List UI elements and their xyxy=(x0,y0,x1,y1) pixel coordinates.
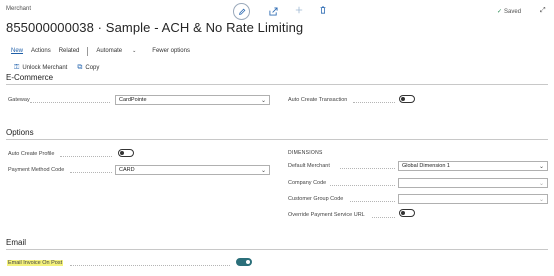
auto-create-profile-leader xyxy=(60,156,112,157)
override-payment-url-toggle[interactable] xyxy=(399,209,415,217)
options-section-title: Options xyxy=(6,128,34,137)
gateway-value: CardPointe xyxy=(119,97,147,103)
auto-create-profile-toggle[interactable] xyxy=(118,149,134,157)
toggle-knob xyxy=(120,151,124,155)
tab-automate[interactable]: Automate ⌄ xyxy=(96,48,144,54)
share-icon[interactable] xyxy=(268,6,278,16)
auto-create-transaction-label: Auto Create Transaction xyxy=(288,97,348,103)
chevron-down-icon: ⌄ xyxy=(538,164,544,170)
action-bar: New Actions Related Automate ⌄ Fewer opti… xyxy=(11,46,198,56)
company-code-label: Company Code xyxy=(288,180,327,186)
company-code-leader xyxy=(330,185,395,186)
customer-group-code-label: Customer Group Code xyxy=(288,196,344,202)
unlock-merchant-button[interactable]: ⚿ Unlock Merchant xyxy=(14,64,67,72)
email-section-title: Email xyxy=(6,238,27,247)
toggle-knob xyxy=(246,260,250,264)
email-divider xyxy=(6,249,548,250)
subaction-bar: ⚿ Unlock Merchant ⧉ Copy xyxy=(14,64,109,72)
copy-button[interactable]: ⧉ Copy xyxy=(77,64,99,72)
default-merchant-label: Default Merchant xyxy=(288,163,330,169)
check-icon: ✓ xyxy=(497,9,503,15)
company-code-select[interactable]: ⌄ xyxy=(398,178,548,188)
default-merchant-select[interactable]: Global Dimension 1 ⌄ xyxy=(398,161,548,171)
payment-method-code-label: Payment Method Code xyxy=(8,167,65,173)
payment-method-code-value: CARD xyxy=(119,167,135,173)
gateway-select[interactable]: CardPointe ⌄ xyxy=(115,95,270,105)
payment-method-leader xyxy=(70,172,112,173)
ecommerce-divider xyxy=(6,84,548,85)
chevron-down-icon: ⌄ xyxy=(538,181,544,187)
email-invoice-on-post-label: Email Invoice On Post xyxy=(7,260,64,266)
page-title: 855000000038 · Sample - ACH & No Rate Li… xyxy=(6,20,304,35)
ecommerce-section-title: E-Commerce xyxy=(6,73,54,82)
email-invoice-leader xyxy=(70,265,230,266)
auto-create-profile-label: Auto Create Profile xyxy=(8,151,55,157)
saved-status: ✓ Saved xyxy=(497,8,521,15)
tab-automate-label: Automate xyxy=(96,48,123,54)
auto-create-transaction-toggle[interactable] xyxy=(399,95,415,103)
copy-label: Copy xyxy=(85,65,100,71)
fewer-options-button[interactable]: Fewer options xyxy=(152,48,190,54)
chevron-down-icon: ⌄ xyxy=(260,168,266,174)
override-leader xyxy=(372,217,395,218)
auto-create-leader xyxy=(353,102,395,103)
default-merchant-leader xyxy=(340,168,395,169)
chevron-down-icon: ⌄ xyxy=(260,98,266,104)
expand-icon[interactable]: ⤢ xyxy=(540,7,546,15)
pencil-icon[interactable] xyxy=(233,3,250,20)
dimensions-heading: DIMENSIONS xyxy=(288,150,323,156)
customer-group-leader xyxy=(350,201,395,202)
breadcrumb: Merchant xyxy=(6,6,32,12)
tab-new[interactable]: New xyxy=(11,48,23,54)
toggle-knob xyxy=(401,97,405,101)
customer-group-code-select[interactable]: ⌄ xyxy=(398,194,548,204)
override-payment-url-label: Override Payment Service URL xyxy=(288,212,365,218)
chevron-down-icon: ⌄ xyxy=(538,197,544,203)
email-invoice-on-post-text: Email Invoice On Post xyxy=(7,260,64,266)
action-divider xyxy=(87,46,89,56)
gateway-label: Gateway xyxy=(8,97,30,103)
default-merchant-value: Global Dimension 1 xyxy=(402,163,450,169)
copy-icon: ⧉ xyxy=(77,64,83,71)
plus-icon[interactable] xyxy=(294,5,304,15)
chevron-down-icon: ⌄ xyxy=(132,48,137,54)
options-divider xyxy=(6,139,548,140)
trash-icon[interactable] xyxy=(318,5,328,15)
saved-label: Saved xyxy=(504,9,522,15)
toggle-knob xyxy=(401,211,405,215)
tab-related[interactable]: Related xyxy=(59,48,80,54)
payment-method-code-select[interactable]: CARD ⌄ xyxy=(115,165,270,175)
email-invoice-on-post-toggle[interactable] xyxy=(236,258,252,266)
tab-actions[interactable]: Actions xyxy=(31,48,51,54)
gateway-leader xyxy=(30,102,110,103)
unlock-icon: ⚿ xyxy=(14,64,20,71)
unlock-merchant-label: Unlock Merchant xyxy=(22,65,68,71)
